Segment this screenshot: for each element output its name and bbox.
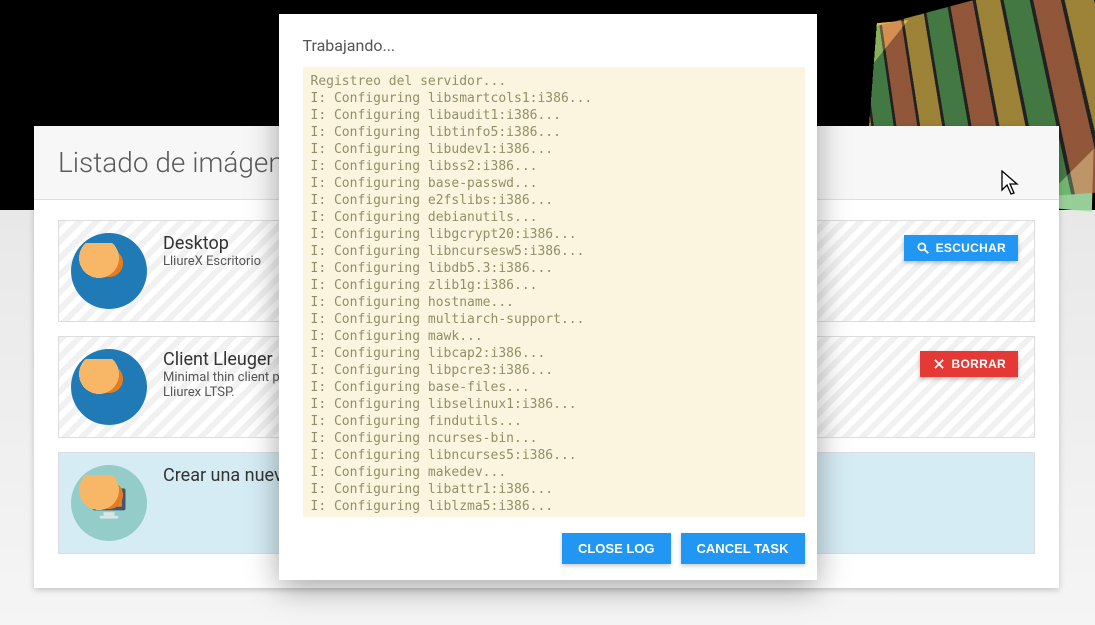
modal-overlay: Trabajando... Registreo del servidor... … <box>0 0 1095 625</box>
modal-footer: CLOSE LOG CANCEL TASK <box>279 517 817 580</box>
close-log-button[interactable]: CLOSE LOG <box>562 533 671 564</box>
cancel-task-button[interactable]: CANCEL TASK <box>681 533 805 564</box>
log-output: Registreo del servidor... I: Configuring… <box>303 67 805 517</box>
modal-title: Trabajando... <box>279 14 817 67</box>
log-scroll-area[interactable]: Registreo del servidor... I: Configuring… <box>303 67 809 517</box>
working-modal: Trabajando... Registreo del servidor... … <box>279 14 817 580</box>
